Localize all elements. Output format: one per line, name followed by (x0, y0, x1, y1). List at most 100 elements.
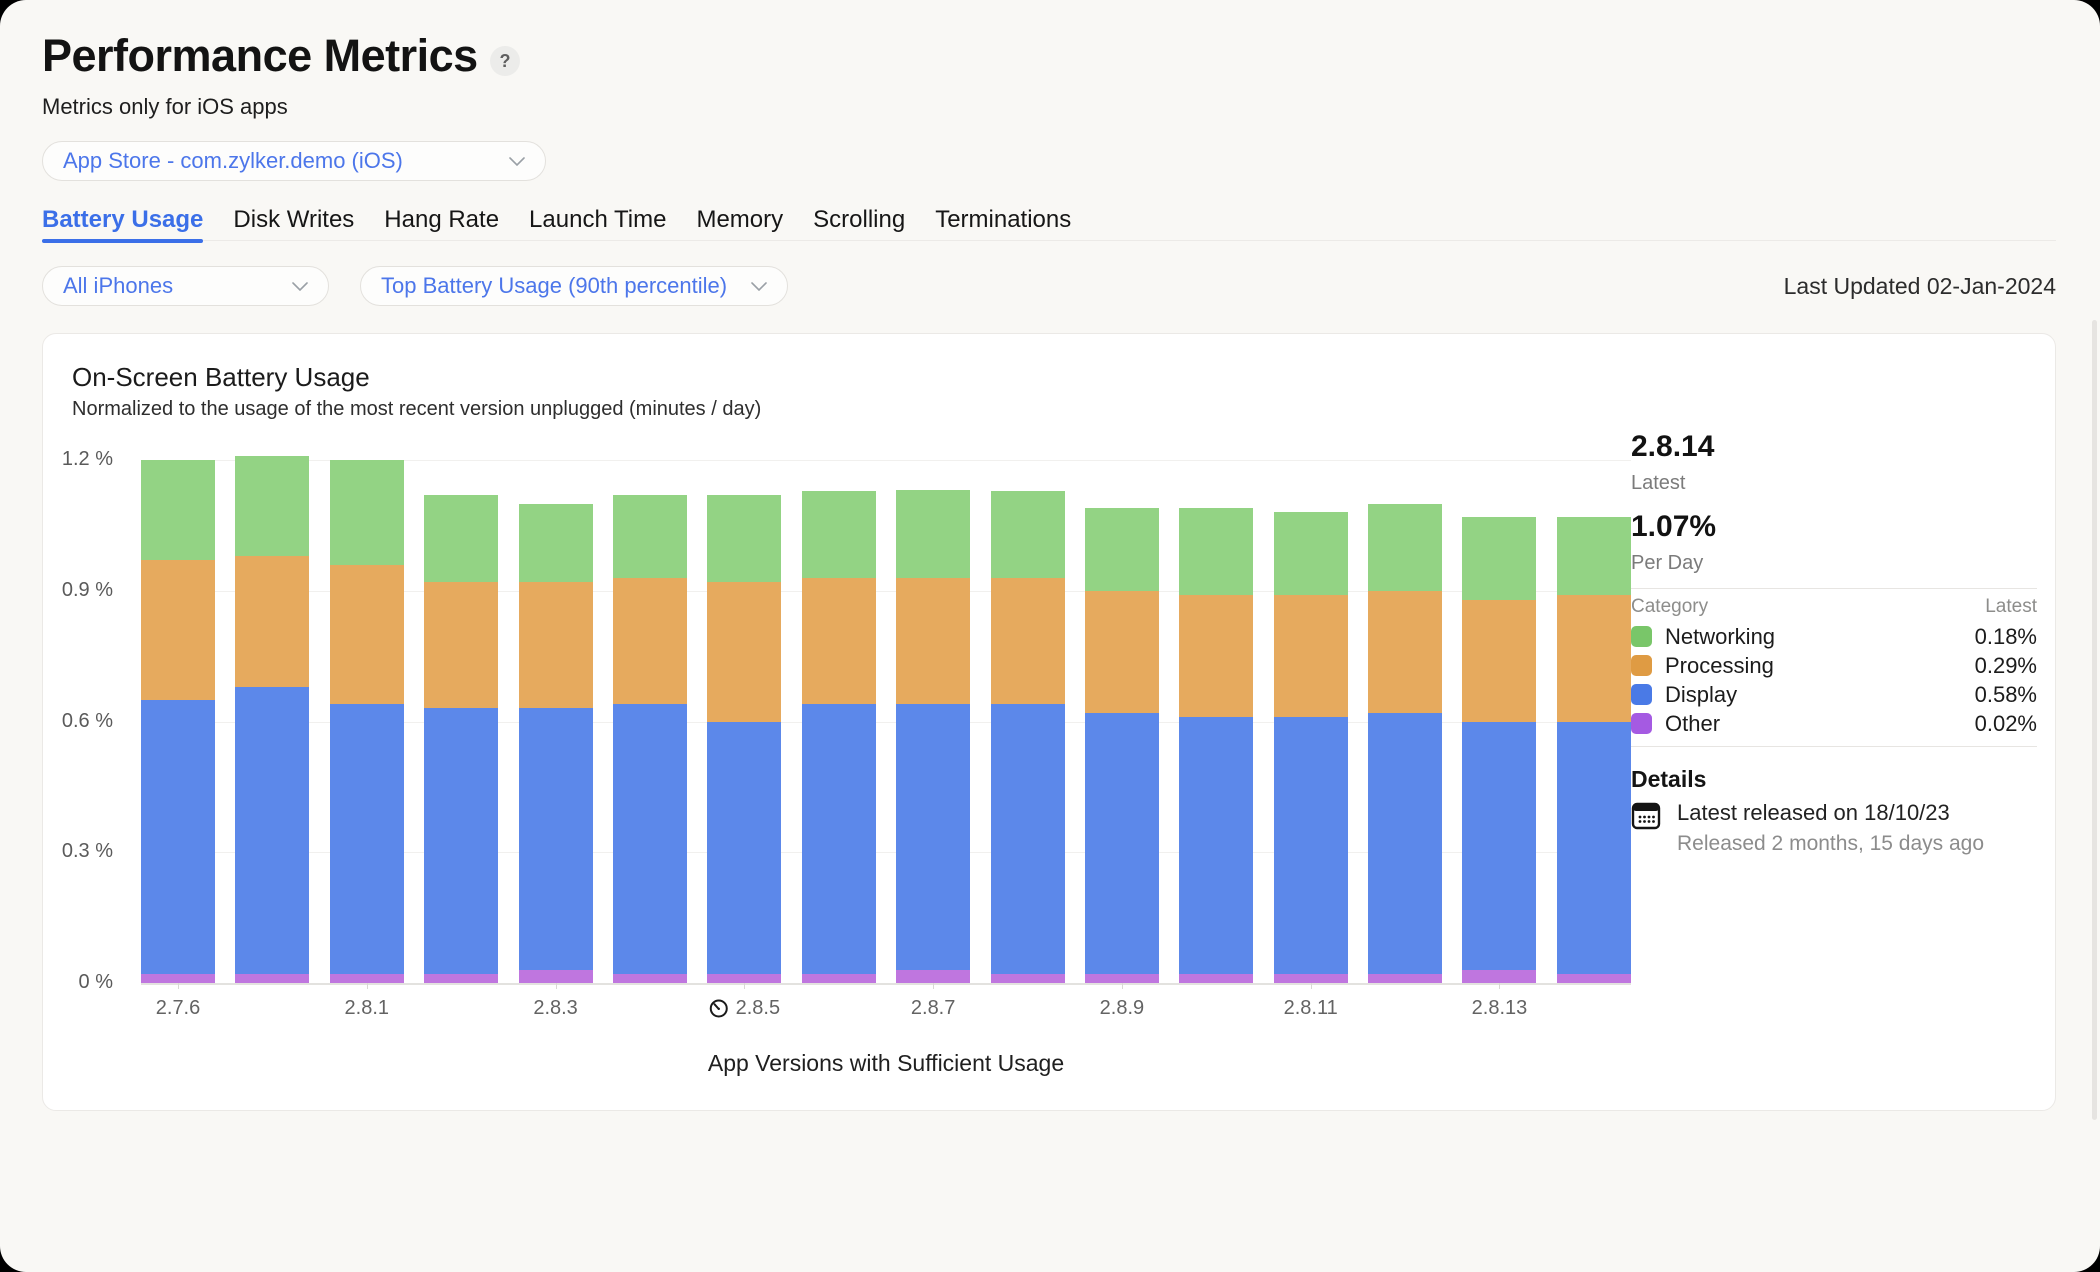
legend-value: 0.18% (1974, 623, 2037, 649)
x-tick-label-2.8.5: 2.8.5 (709, 997, 780, 1020)
device-filter-value: All iPhones (63, 273, 174, 298)
vertical-scrollbar[interactable] (2092, 320, 2097, 1120)
segment-networking-2.8.6 (801, 490, 876, 578)
bar-2.8.2[interactable] (424, 494, 499, 983)
segment-other-2.8.9 (1084, 974, 1159, 983)
segment-display-2.8.12 (1368, 712, 1443, 975)
x-tick-label-2.8.3: 2.8.3 (533, 997, 577, 1020)
x-tick-label-text: 2.8.7 (910, 997, 956, 1019)
latest-version-caption: Latest (1631, 472, 1686, 494)
release-detail-item: Latest released on 18/10/23 Released 2 m… (1631, 800, 1984, 856)
segment-display-2.8.0 (235, 686, 310, 975)
clock-icon (710, 999, 729, 1018)
bar-2.8.1[interactable]: 2.8.1 (329, 460, 404, 1019)
segment-processing-2.8.7 (896, 577, 971, 705)
x-tick-mark (366, 983, 368, 989)
bar-2.8.0[interactable] (235, 455, 310, 983)
segment-processing-2.7.6 (141, 560, 215, 700)
segment-display-2.8.7 (896, 704, 971, 970)
segment-other-2.8.6 (801, 974, 876, 983)
bar-2.8.7[interactable]: 2.8.7 (896, 490, 971, 1019)
bar-2.8.4[interactable] (612, 494, 687, 983)
tabs: Battery Usage Disk Writes Hang Rate Launch … (42, 203, 2056, 243)
segment-display-2.8.13 (1462, 721, 1537, 970)
help-icon[interactable]: ? (490, 46, 520, 76)
latest-version-number: 2.8.14 (1631, 430, 1715, 463)
segment-other-2.8.5 (707, 974, 782, 983)
bar-2.8.9[interactable]: 2.8.9 (1084, 508, 1159, 1019)
segment-networking-2.8.8 (990, 490, 1065, 578)
segment-processing-2.8.2 (424, 582, 499, 709)
x-axis-line (141, 983, 1631, 985)
tab-hang-rate[interactable]: Hang Rate (384, 203, 499, 240)
chart-subtitle: Normalized to the usage of the most rece… (72, 398, 762, 420)
tab-scrolling[interactable]: Scrolling (813, 203, 905, 240)
legend-name: Networking (1665, 623, 1776, 649)
segment-processing-2.8.6 (801, 577, 876, 705)
segment-networking-2.8.10 (1179, 508, 1254, 596)
legend-row-other: Other 0.02% (1631, 709, 2037, 738)
legend-row-networking: Networking 0.18% (1631, 622, 2037, 651)
tab-disk-writes[interactable]: Disk Writes (233, 203, 354, 240)
legend-row-display: Display 0.58% (1631, 680, 2037, 709)
legend-name: Processing (1665, 652, 1774, 678)
segment-networking-2.8.13 (1462, 516, 1537, 600)
segment-other-2.8.3 (518, 969, 593, 983)
divider (1631, 588, 2037, 589)
legend-swatch-display (1631, 684, 1652, 705)
bar-2.8.11[interactable]: 2.8.11 (1273, 512, 1348, 1019)
x-tick-label-text: 2.8.9 (1099, 997, 1145, 1019)
segment-processing-2.8.4 (612, 577, 687, 705)
tab-bar: Battery Usage Disk Writes Hang Rate Launch … (42, 203, 2056, 243)
bar-2.8.6[interactable] (801, 490, 876, 983)
legend: Networking 0.18% Processing 0.29% Display 0.5… (1631, 622, 2037, 738)
segment-processing-2.8.9 (1084, 590, 1159, 713)
x-axis-title: App Versions with Sufficient Usage (707, 1050, 1065, 1076)
bar-2.7.6[interactable]: 2.7.6 (141, 460, 215, 1019)
latest-usage-value: 1.07% (1631, 510, 1717, 543)
metric-filter-value: Top Battery Usage (90th percentile) (381, 273, 728, 298)
latest-usage-caption: Per Day (1631, 552, 1704, 574)
bar-2.8.8[interactable] (990, 490, 1065, 983)
bar-2.8.13[interactable]: 2.8.13 (1462, 516, 1537, 1019)
segment-networking-2.8.2 (424, 494, 499, 583)
bars-container: 2.7.6 2.8.1 2.8.3 2.8.5 2.8.7 2.8.9 2.8.11 2.8.… (141, 455, 1631, 1019)
device-filter-dropdown[interactable]: All iPhones (42, 266, 329, 306)
segment-processing-2.8.12 (1368, 590, 1443, 713)
battery-usage-card: On-Screen Battery Usage Normalized to th… (42, 333, 2056, 1111)
tab-launch-time[interactable]: Launch Time (529, 203, 666, 240)
release-date-text: Latest released on 18/10/23 (1677, 800, 1950, 825)
segment-other-2.8.13 (1462, 969, 1537, 983)
x-tick-label-text: 2.8.13 (1471, 997, 1528, 1019)
legend-value: 0.29% (1974, 652, 2037, 678)
tab-memory[interactable]: Memory (696, 203, 783, 240)
segment-networking-2.8.9 (1084, 508, 1159, 591)
x-tick-label-2.8.13: 2.8.13 (1472, 997, 1528, 1020)
bar-2.8.12[interactable] (1368, 503, 1443, 983)
segment-other-2.8.8 (990, 974, 1065, 983)
tab-terminations[interactable]: Terminations (935, 203, 1071, 240)
bar-2.8.10[interactable] (1179, 508, 1254, 983)
x-tick-label-2.7.6: 2.7.6 (156, 997, 200, 1020)
metric-filter-dropdown[interactable]: Top Battery Usage (90th percentile) (360, 266, 788, 306)
y-tick-label: 0 % (78, 971, 113, 993)
segment-display-2.8.1 (329, 704, 404, 975)
bar-2.8.3[interactable]: 2.8.3 (518, 503, 593, 1019)
chevron-down-icon (751, 281, 767, 291)
tab-battery-usage[interactable]: Battery Usage (42, 203, 204, 243)
segment-other-2.8.0 (235, 974, 310, 983)
bar-2.8.14[interactable] (1556, 516, 1631, 983)
bar-2.8.5[interactable]: 2.8.5 (707, 494, 782, 1019)
segment-other-2.8.1 (329, 974, 404, 983)
segment-display-2.8.4 (612, 704, 687, 975)
segment-networking-2.8.7 (896, 490, 971, 578)
segment-networking-2.8.11 (1273, 512, 1348, 596)
segment-other-2.8.12 (1368, 974, 1443, 983)
app-selector-dropdown[interactable]: App Store - com.zylker.demo (iOS) (42, 141, 546, 181)
segment-networking-2.8.0 (235, 455, 310, 556)
x-tick-mark (1499, 983, 1501, 989)
x-tick-label-2.8.1: 2.8.1 (345, 997, 389, 1020)
segment-display-2.8.14 (1556, 721, 1631, 975)
legend-swatch-networking (1631, 626, 1652, 647)
details-title: Details (1631, 766, 1707, 792)
